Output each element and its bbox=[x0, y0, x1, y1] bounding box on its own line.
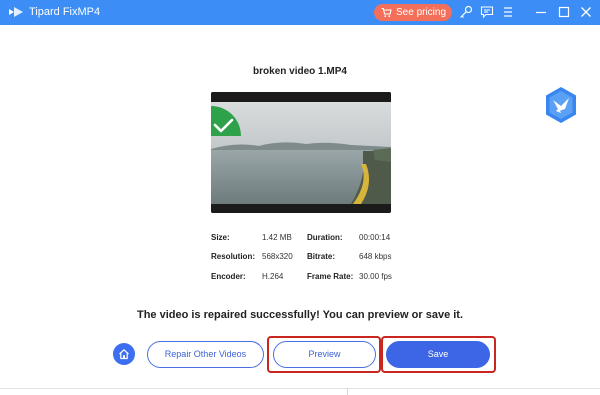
video-preview-thumbnail bbox=[211, 92, 391, 213]
maximize-icon[interactable] bbox=[557, 5, 571, 19]
see-pricing-button[interactable]: See pricing bbox=[374, 4, 452, 21]
preview-button[interactable]: Preview bbox=[273, 341, 376, 368]
frame-rate-label: Frame Rate: bbox=[307, 272, 354, 281]
success-check-icon bbox=[211, 106, 241, 136]
minimize-icon[interactable] bbox=[534, 5, 548, 19]
resolution-value: 568x320 bbox=[262, 252, 293, 261]
size-label: Size: bbox=[211, 233, 230, 242]
encoder-label: Encoder: bbox=[211, 272, 246, 281]
resolution-label: Resolution: bbox=[211, 252, 255, 261]
duration-value: 00:00:14 bbox=[359, 233, 391, 242]
encoder-value: H.264 bbox=[262, 272, 284, 281]
feedback-icon[interactable] bbox=[480, 5, 494, 19]
home-icon bbox=[119, 349, 129, 360]
video-file-name: broken video 1.MP4 bbox=[253, 66, 347, 77]
bottom-divider bbox=[0, 388, 600, 389]
close-icon[interactable] bbox=[579, 5, 593, 19]
home-button[interactable] bbox=[113, 343, 135, 365]
menu-icon[interactable] bbox=[501, 5, 515, 19]
bitrate-label: Bitrate: bbox=[307, 252, 336, 261]
bottom-divider-tick bbox=[347, 388, 348, 395]
brand-badge-icon bbox=[546, 87, 576, 123]
app-title: Tipard FixMP4 bbox=[29, 6, 101, 18]
size-value: 1.42 MB bbox=[262, 233, 292, 242]
app-logo-icon bbox=[9, 7, 23, 17]
bitrate-value: 648 kbps bbox=[359, 252, 392, 261]
frame-rate-value: 30.00 fps bbox=[359, 272, 392, 281]
repair-success-message: The video is repaired successfully! You … bbox=[136, 309, 464, 321]
key-icon[interactable] bbox=[459, 5, 473, 19]
repair-other-videos-button[interactable]: Repair Other Videos bbox=[147, 341, 264, 368]
duration-label: Duration: bbox=[307, 233, 343, 242]
cart-icon bbox=[381, 7, 392, 18]
see-pricing-label: See pricing bbox=[396, 7, 447, 18]
title-bar: Tipard FixMP4 See pricing bbox=[0, 0, 600, 25]
save-button[interactable]: Save bbox=[386, 341, 490, 368]
